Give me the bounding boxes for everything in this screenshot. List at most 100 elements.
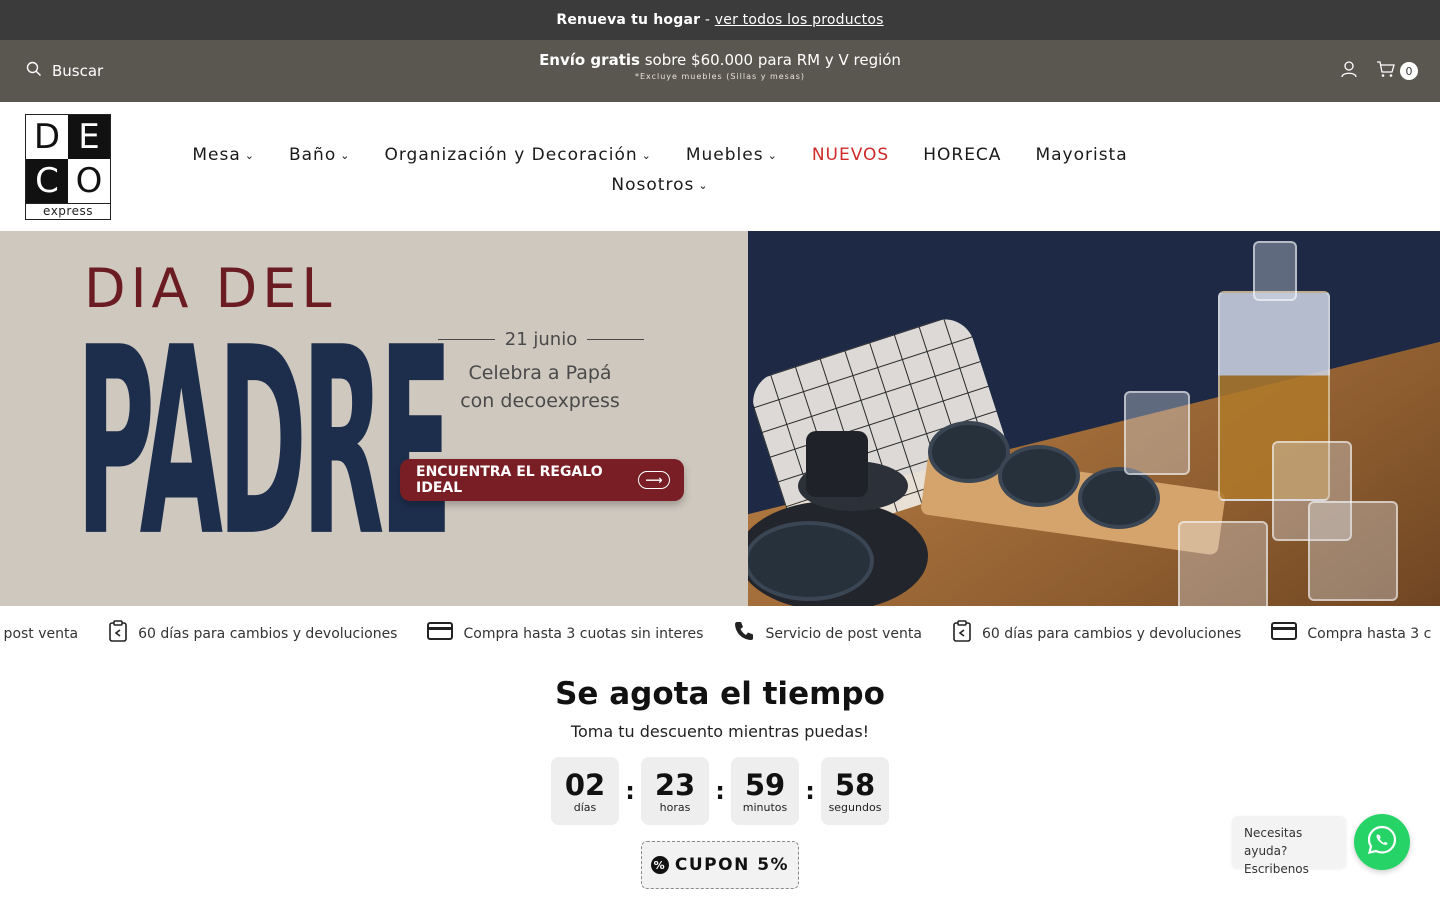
hero-tagline-1: Celebra a Papá: [468, 362, 612, 384]
countdown-separator: :: [625, 777, 635, 805]
marquee-label: cio de post venta: [0, 625, 79, 642]
whatsapp-button[interactable]: [1354, 814, 1410, 870]
countdown-unit-label: segundos: [828, 800, 882, 814]
hero-tagline-2: con decoexpress: [460, 390, 620, 412]
hero-date: 21 junio: [438, 329, 644, 350]
marquee-label: Compra hasta 3 cuotas sin interes: [463, 625, 704, 642]
hero-padre-text: PADRE: [76, 293, 453, 594]
logo-letter-d: D: [26, 115, 68, 159]
promo-note: *Excluye muebles (Sillas y mesas): [634, 72, 806, 81]
promo-bold: Envío gratis: [539, 51, 640, 69]
coupon-label: CUPON 5%: [674, 855, 790, 875]
marquee-label: 60 días para cambios y devoluciones: [981, 625, 1242, 642]
announcement-bar: Renueva tu hogar - ver todos los product…: [0, 0, 1440, 40]
countdown-unit-label: minutos: [742, 800, 788, 814]
logo-letter-e: E: [68, 115, 110, 159]
countdown-value: 02: [564, 767, 606, 802]
benefits-marquee: cio de post venta 60 días para cambios y…: [0, 606, 1440, 658]
whatsapp-line-1: Necesitas ayuda?: [1244, 826, 1303, 858]
cup-image: [806, 431, 868, 497]
countdown-days: 02 días: [551, 757, 619, 825]
card-icon: [427, 621, 454, 646]
return-icon: [952, 620, 972, 647]
discount-badge-icon: %: [650, 856, 669, 874]
nav-label: Organización y Decoración: [384, 145, 638, 165]
marquee-label: Compra hasta 3 c: [1307, 625, 1432, 642]
whatsapp-icon: [1366, 824, 1398, 860]
marquee-label: Servicio de post venta: [765, 625, 922, 642]
shipping-promo: Envío gratis sobre $60.000 para RM y V r…: [0, 51, 1440, 81]
nav-label: Muebles: [685, 145, 764, 165]
glass-image: [1308, 501, 1398, 601]
countdown-hours: 23 horas: [641, 757, 709, 825]
nav-item-muebles[interactable]: Muebles ⌄: [686, 140, 778, 170]
nav-label: Baño: [288, 145, 337, 165]
logo[interactable]: D E C O express: [25, 114, 111, 220]
decanter-stopper-image: [1253, 241, 1297, 301]
nav-item-mayorista[interactable]: Mayorista: [1035, 140, 1127, 170]
hero-text-panel: DIA DEL PADRE 21 junio Celebra a Papá co…: [0, 231, 748, 606]
chevron-down-icon: ⌄: [767, 149, 778, 162]
glass-image: [1124, 391, 1190, 475]
countdown-separator: :: [805, 777, 815, 805]
nav-item-nuevos[interactable]: NUEVOS: [812, 140, 889, 170]
marquee-item: cio de post venta: [0, 620, 78, 647]
divider: [587, 339, 644, 340]
phone-icon: [733, 620, 755, 647]
nav-item-mesa[interactable]: Mesa ⌄: [192, 140, 255, 170]
hero-tagline: Celebra a Papá con decoexpress: [420, 359, 660, 415]
marquee-item: Compra hasta 3 cuotas sin interes: [427, 620, 703, 647]
whatsapp-tooltip[interactable]: Necesitas ayuda? Escribenos: [1232, 816, 1346, 876]
nav-item-organizacion[interactable]: Organización y Decoración ⌄: [384, 140, 651, 170]
bowl-image: [998, 445, 1080, 507]
countdown-value: 59: [744, 767, 786, 802]
bowl-image: [1078, 467, 1160, 529]
countdown-unit-label: días: [573, 800, 597, 814]
marquee-label: 60 días para cambios y devoluciones: [138, 625, 398, 642]
countdown-seconds: 58 segundos: [821, 757, 889, 825]
cta-label: ENCUENTRA EL REGALO IDEAL: [416, 464, 603, 496]
chevron-down-icon: ⌄: [340, 149, 351, 162]
countdown-value: 58: [834, 767, 876, 802]
countdown-section: Se agota el tiempo Toma tu descuento mie…: [0, 676, 1440, 889]
card-icon: [1271, 621, 1298, 646]
whatsapp-line-2: Escribenos: [1244, 862, 1309, 876]
coupon-button[interactable]: % CUPON 5%: [641, 841, 799, 889]
countdown-subtitle: Toma tu descuento mientras puedas!: [570, 722, 870, 741]
nav-label: Mesa: [192, 145, 241, 165]
logo-subtitle: express: [26, 203, 110, 219]
announcement-separator: -: [700, 12, 715, 28]
return-icon: [108, 620, 128, 647]
countdown-separator: :: [715, 777, 725, 805]
nav-item-nosotros[interactable]: Nosotros ⌄: [611, 170, 708, 200]
nav-label: Nosotros: [611, 175, 695, 195]
site-header: D E C O express Mesa ⌄ Baño ⌄ Organización…: [0, 102, 1440, 231]
logo-letter-c: C: [26, 159, 68, 203]
marquee-item: Servicio de post venta: [733, 620, 922, 647]
logo-letter-o: O: [68, 159, 110, 203]
cart-button[interactable]: 0: [1376, 60, 1418, 82]
bowl-image: [748, 521, 874, 601]
marquee-item: Compra hasta 3 c: [1271, 620, 1431, 647]
account-icon[interactable]: [1340, 60, 1358, 82]
hero-photo: [748, 231, 1440, 606]
main-nav: Mesa ⌄ Baño ⌄ Organización y Decoración ⌄ M…: [160, 140, 1160, 200]
find-gift-button[interactable]: ENCUENTRA EL REGALO IDEAL ⟶: [400, 459, 684, 501]
divider: [438, 339, 495, 340]
top-bar: Buscar Envío gratis sobre $60.000 para R…: [0, 40, 1440, 102]
all-products-link[interactable]: ver todos los productos: [715, 12, 884, 28]
nav-item-horeca[interactable]: HORECA: [923, 140, 1001, 170]
cart-icon: [1376, 60, 1396, 82]
promo-text: sobre $60.000 para RM y V región: [639, 51, 901, 69]
chevron-down-icon: ⌄: [641, 149, 652, 162]
chevron-down-icon: ⌄: [698, 179, 709, 192]
countdown-minutes: 59 minutos: [731, 757, 799, 825]
hero-banner[interactable]: DIA DEL PADRE 21 junio Celebra a Papá co…: [0, 231, 1440, 606]
nav-item-bano[interactable]: Baño ⌄: [289, 140, 350, 170]
countdown-value: 23: [654, 767, 696, 802]
chevron-down-icon: ⌄: [244, 149, 255, 162]
countdown-title: Se agota el tiempo: [555, 676, 885, 712]
marquee-item: 60 días para cambios y devoluciones: [952, 620, 1241, 647]
marquee-item: 60 días para cambios y devoluciones: [108, 620, 397, 647]
countdown-timer: 02 días : 23 horas : 59 minutos : 58 seg…: [0, 757, 1440, 825]
